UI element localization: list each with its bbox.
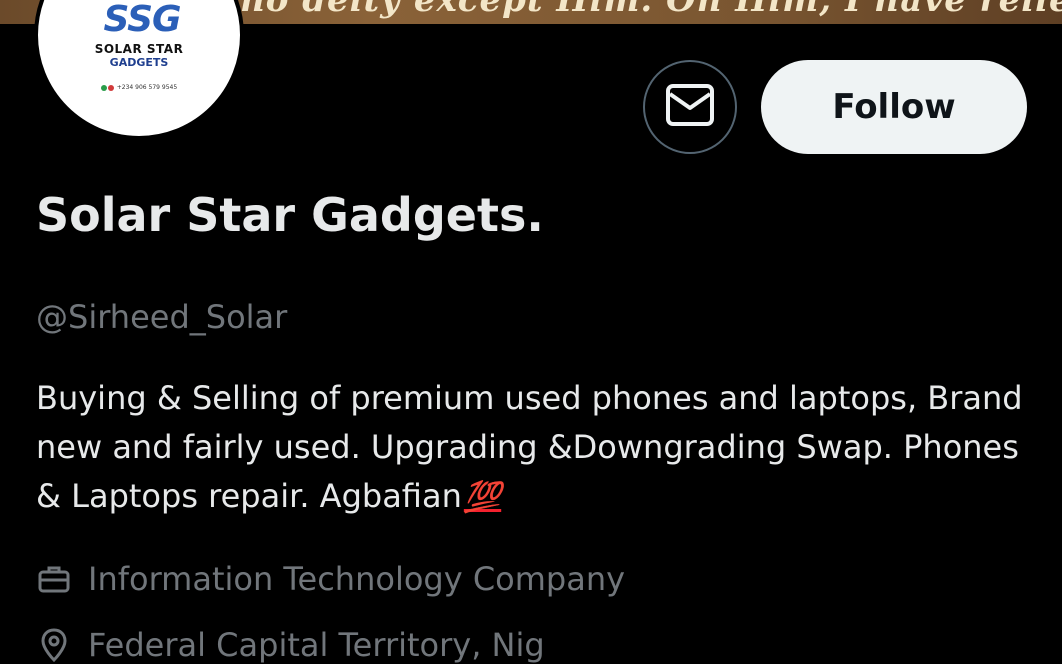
display-name: Solar Star Gadgets. [36,188,544,242]
bio-text: Buying & Selling of premium used phones … [36,379,1023,515]
message-button[interactable] [643,60,737,154]
location-pin-icon [36,627,72,663]
location-text: Federal Capital Territory, Nig [88,626,545,664]
avatar-phone-text: +234 906 579 9545 [116,84,178,91]
envelope-icon [665,83,715,131]
avatar-logo-phone: +234 906 579 9545 [38,84,240,91]
profile-category: Information Technology Company [36,560,625,598]
banner-text: no deity except Him. On Him, I have reli… [240,0,1062,20]
profile-bio: Buying & Selling of premium used phones … [36,374,1036,522]
avatar-logo-line1: SOLAR STAR [94,42,184,56]
category-text: Information Technology Company [88,560,626,598]
user-handle: @Sirheed_Solar [36,298,288,336]
avatar[interactable]: SSG SOLAR STAR GADGETS +234 906 579 9545 [34,0,244,140]
hundred-points-emoji: 💯 [463,480,502,515]
follow-button[interactable]: Follow [761,60,1027,154]
avatar-logo-mark: SSG [103,0,181,40]
profile-location: Federal Capital Territory, Nig [36,626,545,664]
briefcase-icon [36,561,72,597]
avatar-logo-line2: GADGETS [109,56,169,69]
